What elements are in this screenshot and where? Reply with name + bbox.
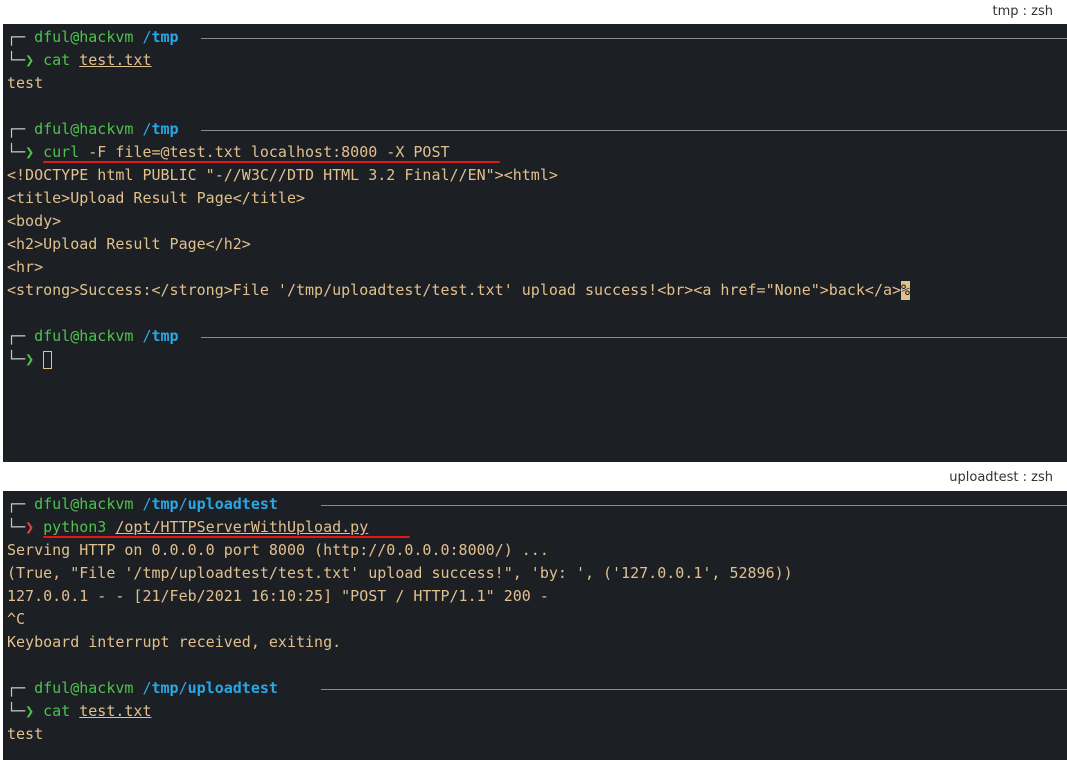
prompt-header: ┌─ dful@hackvm /tmp/uploadtest — [3, 493, 1067, 516]
prompt-command-line[interactable]: └─❯ — [3, 348, 1067, 371]
frame-top-glyph: ┌─ — [7, 327, 35, 345]
prompt-dir-root: / — [142, 120, 152, 138]
frame-bottom-glyph: └─ — [7, 51, 26, 69]
frame-top-glyph: ┌─ — [7, 679, 35, 697]
prompt-header: ┌─ dful@hackvm /tmp/uploadtest — [3, 677, 1067, 700]
output-line: <body> — [7, 212, 62, 230]
prompt-dir-root: / — [142, 327, 152, 345]
frame-top-glyph: ┌─ — [7, 28, 35, 46]
prompt-dir-root: / — [142, 679, 152, 697]
prompt-command-line: └─❯ cat test.txt — [3, 700, 1067, 723]
output-line: Serving HTTP on 0.0.0.0 port 8000 (http:… — [7, 541, 549, 559]
prompt-arrow-icon: ❯ — [25, 350, 35, 368]
prompt-dir-root: / — [142, 28, 152, 46]
prompt-user: dful@hackvm — [34, 495, 134, 513]
prompt-arrow-icon: ❯ — [25, 518, 35, 536]
no-eol-marker: % — [901, 281, 911, 300]
output-line: test — [7, 725, 44, 743]
prompt-dir-separator: / — [178, 495, 188, 513]
command-arg: -F file=@test.txt localhost:8000 -X POST — [88, 143, 450, 161]
prompt-rule — [321, 505, 1067, 506]
command-name: curl — [43, 143, 80, 161]
prompt-user: dful@hackvm — [34, 28, 134, 46]
output-line: 127.0.0.1 - - [21/Feb/2021 16:10:25] "PO… — [7, 587, 549, 605]
command-arg: test.txt — [79, 51, 152, 69]
frame-top-glyph: ┌─ — [7, 495, 35, 513]
red-underline-annotation — [43, 161, 500, 163]
prompt-dir: tmp — [151, 120, 179, 138]
frame-bottom-glyph: └─ — [7, 518, 26, 536]
prompt-dir: tmp — [151, 495, 179, 513]
top-pane-title: tmp : zsh — [0, 0, 1067, 24]
output-text: <strong>Success:</strong>File '/tmp/uplo… — [7, 281, 902, 299]
output-line: <!DOCTYPE html PUBLIC "-//W3C//DTD HTML … — [7, 166, 558, 184]
prompt-dir-separator: / — [178, 679, 188, 697]
prompt-user: dful@hackvm — [34, 679, 134, 697]
bottom-pane-title: uploadtest : zsh — [0, 466, 1067, 490]
red-underline-annotation — [43, 536, 410, 538]
prompt-arrow-icon: ❯ — [25, 702, 35, 720]
prompt-header: ┌─ dful@hackvm /tmp — [3, 118, 1067, 141]
command-arg: /opt/HTTPServerWithUpload.py — [115, 518, 369, 536]
prompt-arrow-icon: ❯ — [25, 143, 35, 161]
prompt-command-line: └─❯ cat test.txt — [3, 49, 1067, 72]
output-line: <h2>Upload Result Page</h2> — [7, 235, 251, 253]
frame-top-glyph: ┌─ — [7, 120, 35, 138]
prompt-dir: tmp — [151, 679, 179, 697]
bottom-terminal-pane[interactable]: ┌─ dful@hackvm /tmp/uploadtest └─❯ pytho… — [3, 491, 1067, 760]
command-arg: test.txt — [79, 702, 152, 720]
frame-bottom-glyph: └─ — [7, 143, 26, 161]
prompt-rule — [201, 130, 1067, 131]
command-name: cat — [43, 51, 71, 69]
prompt-dir: uploadtest — [187, 679, 278, 697]
output-line: (True, "File '/tmp/uploadtest/test.txt' … — [7, 564, 793, 582]
command-name: cat — [43, 702, 71, 720]
output-line: test — [7, 74, 44, 92]
frame-bottom-glyph: └─ — [7, 350, 26, 368]
prompt-dir: uploadtest — [187, 495, 278, 513]
terminal-cursor[interactable] — [43, 350, 53, 369]
prompt-header: ┌─ dful@hackvm /tmp — [3, 26, 1067, 49]
output-line: Keyboard interrupt received, exiting. — [7, 633, 342, 651]
prompt-user: dful@hackvm — [34, 120, 134, 138]
output-line: <strong>Success:</strong>File '/tmp/uplo… — [3, 279, 1067, 302]
output-line: <title>Upload Result Page</title> — [7, 189, 306, 207]
command-name: python3 — [43, 518, 107, 536]
frame-bottom-glyph: └─ — [7, 702, 26, 720]
prompt-command-line: └─❯ curl -F file=@test.txt localhost:800… — [3, 141, 1067, 164]
prompt-dir: tmp — [151, 327, 179, 345]
prompt-header: ┌─ dful@hackvm /tmp — [3, 325, 1067, 348]
top-terminal-pane[interactable]: ┌─ dful@hackvm /tmp └─❯ cat test.txt tes… — [3, 24, 1067, 462]
prompt-arrow-icon: ❯ — [25, 51, 35, 69]
prompt-command-line: └─❯ python3 /opt/HTTPServerWithUpload.py — [3, 516, 1067, 539]
output-line: ^C — [7, 610, 26, 628]
prompt-user: dful@hackvm — [34, 327, 134, 345]
prompt-dir: tmp — [151, 28, 179, 46]
prompt-dir-root: / — [142, 495, 152, 513]
prompt-rule — [321, 689, 1067, 690]
prompt-rule — [201, 38, 1067, 39]
prompt-rule — [201, 337, 1067, 338]
output-line: <hr> — [7, 258, 44, 276]
